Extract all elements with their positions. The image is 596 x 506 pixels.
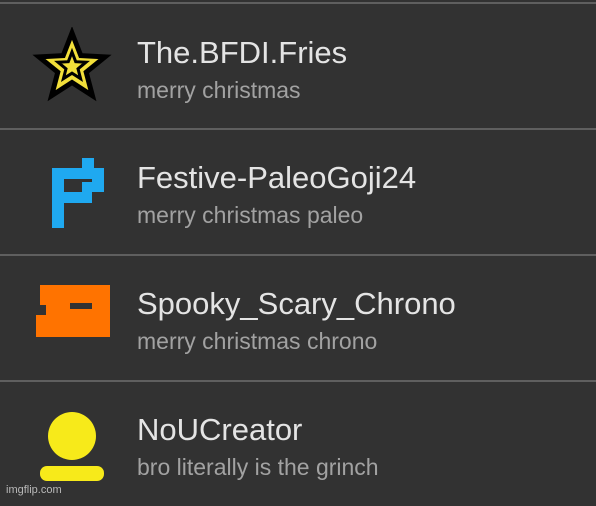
- comment-row[interactable]: The.BFDI.Fries merry christmas: [0, 4, 596, 128]
- avatar[interactable]: [32, 271, 112, 351]
- comment-row[interactable]: NoUCreator bro literally is the grinch: [0, 382, 596, 506]
- username[interactable]: NoUCreator: [137, 412, 302, 448]
- avatar[interactable]: [32, 27, 112, 107]
- comment-list: The.BFDI.Fries merry christmas Festive-P…: [0, 0, 596, 499]
- username[interactable]: Festive-PaleoGoji24: [137, 160, 416, 196]
- comment-row[interactable]: Festive-PaleoGoji24 merry christmas pale…: [0, 130, 596, 254]
- pixel-block-icon: [36, 285, 110, 337]
- pixel-p-icon: [52, 158, 104, 228]
- comment-row[interactable]: Spooky_Scary_Chrono merry christmas chro…: [0, 256, 596, 380]
- comment-text: merry christmas: [137, 77, 301, 103]
- person-silhouette-icon: [40, 412, 104, 481]
- comment-text: merry christmas chrono: [137, 328, 378, 354]
- avatar[interactable]: [32, 404, 112, 484]
- avatar[interactable]: [32, 152, 112, 232]
- watermark: imgflip.com: [6, 484, 62, 496]
- star-icon: [32, 27, 112, 102]
- username[interactable]: Spooky_Scary_Chrono: [137, 286, 456, 322]
- comment-text: bro literally is the grinch: [137, 454, 379, 480]
- comment-text: merry christmas paleo: [137, 202, 364, 228]
- username[interactable]: The.BFDI.Fries: [137, 35, 347, 71]
